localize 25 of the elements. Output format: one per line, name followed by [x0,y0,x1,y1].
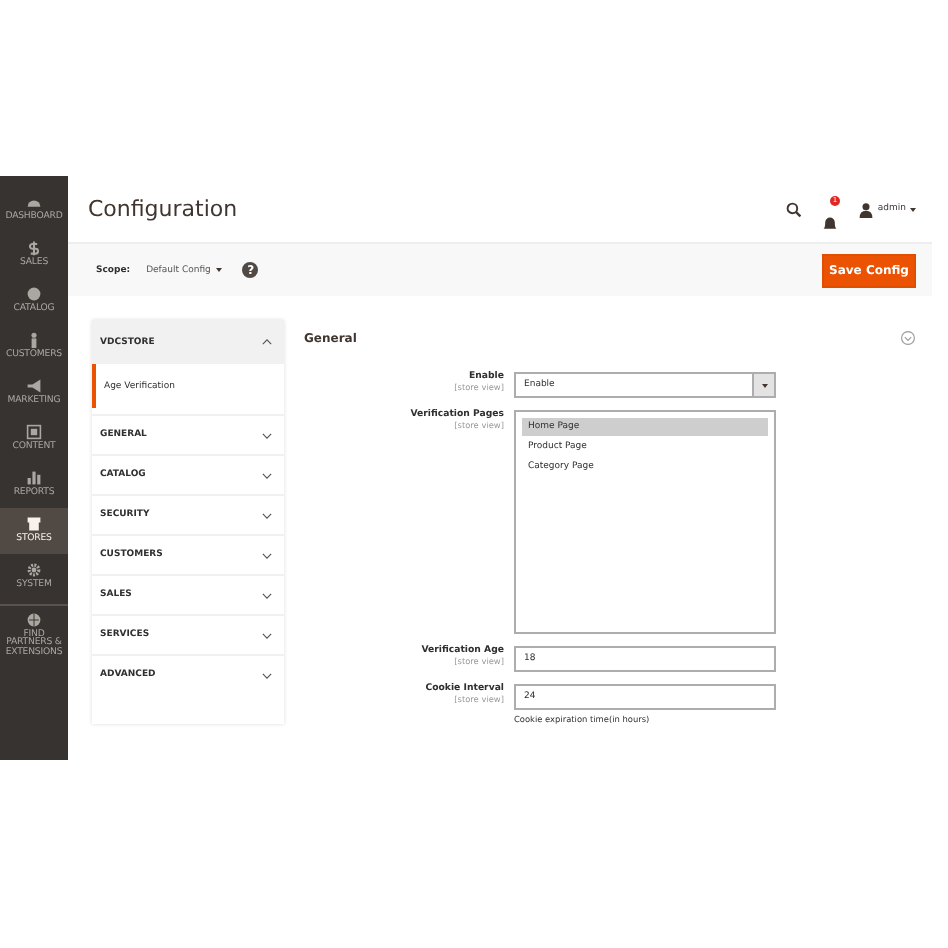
chevron-down-icon [262,671,272,679]
chevron-up-icon [262,338,272,346]
user-icon [857,201,874,217]
storefront-icon [26,516,42,533]
globe-icon [26,612,42,629]
megaphone-icon [26,378,42,395]
caret-icon [910,205,916,213]
chevron-down-icon [262,591,272,599]
chevron-down-icon [262,551,272,559]
chevron-down-icon [262,631,272,639]
chevron-down-icon [262,511,272,519]
bar-chart-icon [26,470,42,487]
page-title: Configuration [88,196,240,222]
settings-icon [26,562,42,579]
person-icon [26,332,42,349]
search-icon[interactable] [785,201,802,217]
collapse-icon[interactable] [900,330,916,346]
dollar-icon [26,240,42,257]
layout-icon [26,424,42,441]
bell-icon[interactable] [821,215,838,231]
chevron-down-icon [262,431,272,439]
chevron-down-icon [262,471,272,479]
gauge-icon [26,194,42,211]
caret-icon [761,381,767,389]
caret-icon [216,266,223,274]
